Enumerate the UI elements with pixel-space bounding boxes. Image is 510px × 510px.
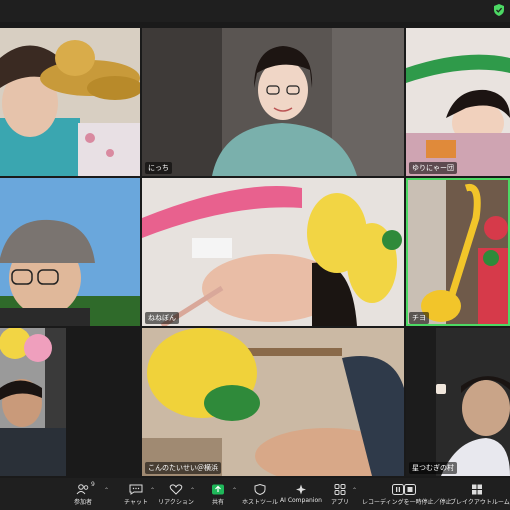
participant-name: ゆりにゃー団	[409, 162, 457, 174]
shield-icon	[254, 484, 266, 495]
reactions-label: リアクション	[158, 499, 194, 506]
sparkle-icon	[296, 484, 306, 495]
security-shield-icon	[494, 4, 504, 16]
participant-video	[406, 28, 510, 176]
chevron-up-icon[interactable]: ⌃	[104, 487, 109, 494]
participant-video	[142, 328, 404, 476]
participant-count: 9	[91, 481, 95, 488]
participant-name: ねねぼん	[145, 312, 179, 324]
video-tile[interactable]: ねねぼん	[142, 178, 404, 326]
participant-name: チヨ	[409, 312, 429, 324]
grid-icon	[472, 484, 482, 495]
heart-icon	[169, 484, 183, 495]
chat-label: チャット	[124, 499, 148, 506]
chat-icon	[129, 484, 143, 495]
breakout-rooms-button[interactable]: ブレイクアウトルーム	[450, 478, 510, 510]
chevron-up-icon[interactable]: ⌃	[190, 487, 195, 494]
video-tile[interactable]: にっち	[142, 28, 404, 176]
participant-video	[406, 328, 510, 476]
video-tile[interactable]	[0, 328, 66, 476]
participant-video	[0, 328, 66, 476]
video-tile[interactable]: こんのたいせい＠横浜	[142, 328, 404, 476]
participant-name: 星つむぎの村	[409, 462, 457, 474]
host-tools-button[interactable]: ホストツール	[242, 478, 278, 510]
video-tile[interactable]: 星つむぎの村	[406, 328, 510, 476]
chevron-up-icon[interactable]: ⌃	[150, 487, 155, 494]
participant-name: こんのたいせい＠横浜	[145, 462, 221, 474]
participant-video	[0, 178, 140, 326]
participant-name: にっち	[145, 162, 172, 174]
recording-button[interactable]: レコーディングを一時停止／停止	[362, 478, 452, 510]
video-tile-active-speaker[interactable]: チヨ	[406, 178, 510, 326]
participants-label: 参加者	[73, 499, 92, 506]
people-icon	[76, 484, 89, 495]
recording-label: レコーディングを一時停止／停止	[362, 499, 452, 506]
participants-button[interactable]: 参加者 9	[66, 478, 100, 510]
share-arrow-icon	[212, 484, 224, 495]
participant-video	[142, 28, 404, 176]
participant-video	[406, 178, 510, 326]
ai-companion-label: AI Companion	[280, 497, 322, 504]
video-gallery: にっち ゆりにゃー団 ねねぼん チヨ こんのたいせい＠横浜 星つむぎの村	[0, 28, 510, 476]
apps-label: アプリ	[330, 499, 349, 506]
reactions-button[interactable]: リアクション	[158, 478, 194, 510]
chevron-up-icon[interactable]: ⌃	[232, 487, 237, 494]
video-tile[interactable]	[0, 28, 140, 176]
video-tile[interactable]: ゆりにゃー団	[406, 28, 510, 176]
share-button[interactable]: 共有	[206, 478, 230, 510]
participant-video	[0, 28, 140, 176]
ai-companion-button[interactable]: AI Companion	[280, 478, 322, 510]
participant-video	[142, 178, 404, 326]
chat-button[interactable]: チャット	[120, 478, 152, 510]
share-label: 共有	[211, 499, 224, 506]
video-tile[interactable]	[0, 178, 140, 326]
chevron-up-icon[interactable]: ⌃	[352, 487, 357, 494]
apps-icon	[334, 484, 346, 495]
apps-button[interactable]: アプリ	[328, 478, 352, 510]
pause-stop-icon	[392, 484, 416, 495]
meeting-toolbar: 参加者 9 ⌃ チャット ⌃ リアクション ⌃ 共有 ⌃ ホストツール AI C…	[0, 478, 510, 510]
host-tools-label: ホストツール	[242, 499, 279, 506]
breakout-rooms-label: ブレイクアウトルーム	[450, 499, 510, 506]
top-bar	[0, 0, 510, 22]
